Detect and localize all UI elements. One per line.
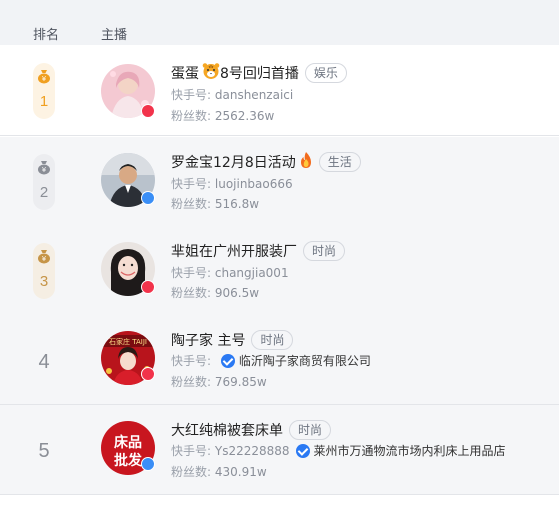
tiger-emoji-icon: [202, 62, 220, 84]
anchor-name[interactable]: 芈姐在广州开服装厂: [171, 241, 297, 261]
fans-count: 2562.36w: [214, 108, 275, 123]
rank-badge: ¥ 1: [33, 63, 55, 119]
rank-number: 3: [39, 273, 49, 290]
female-gender-icon: [141, 280, 155, 294]
kuaishou-id: danshenzaici: [214, 87, 294, 102]
male-gender-icon: [141, 457, 155, 471]
female-gender-icon: [141, 367, 155, 381]
kuaishou-id-line: 快手号: 临沂陶子家商贸有限公司: [171, 352, 371, 369]
fire-emoji-icon: [299, 151, 313, 173]
avatar-text-top: 床品: [114, 434, 142, 451]
rank-badge: ¥ 2: [33, 154, 55, 210]
anchor-name[interactable]: 罗金宝12月8日活动: [171, 152, 296, 172]
money-bag-icon: ¥: [38, 161, 50, 175]
fans-line: 粉丝数: 430.91w: [171, 464, 267, 480]
company-name[interactable]: 临沂陶子家商贸有限公司: [239, 352, 371, 369]
female-gender-icon: [141, 104, 155, 118]
fans-count: 769.85w: [214, 374, 267, 389]
category-tag: 时尚: [303, 241, 346, 261]
table-row[interactable]: ¥ 1 蛋蛋 8号回归首播 娱乐 快手号: danshenzaici 粉丝数: …: [0, 46, 559, 136]
table-row[interactable]: 4 石家庄 TAIJI 陶子家 主号 时尚 快手号: 临沂陶子家商贸有限公司 粉…: [0, 315, 559, 405]
rank-badge: ¥ 3: [33, 243, 55, 299]
verified-icon: [220, 353, 235, 368]
rank-number: 1: [39, 93, 49, 110]
verified-icon: [295, 443, 310, 458]
table-row[interactable]: ¥ 3 芈姐在广州开服装厂 时尚 快手号: changjia001 粉丝数: 9…: [0, 226, 559, 316]
avatar-text: 石家庄 TAIJI: [109, 337, 147, 346]
category-tag: 生活: [318, 152, 361, 172]
table-header: 排名 主播: [0, 0, 559, 45]
svg-text:¥: ¥: [42, 255, 47, 263]
fans-count: 516.8w: [214, 196, 260, 211]
company-name[interactable]: 莱州市万通物流市场内利床上用品店: [314, 442, 506, 459]
anchor-name[interactable]: 陶子家 主号: [171, 330, 245, 350]
svg-text:¥: ¥: [42, 75, 47, 83]
rank-column-header: 排名: [33, 28, 60, 43]
rank-number: 2: [39, 184, 49, 201]
anchor-column-header: 主播: [101, 28, 128, 43]
fans-line: 粉丝数: 2562.36w: [171, 108, 275, 124]
rank-number: 4: [38, 351, 50, 373]
fans-count: 906.5w: [214, 285, 260, 300]
kuaishou-id-line: 快手号: danshenzaici: [171, 87, 294, 103]
avatar-text-bottom: 批发: [114, 452, 143, 469]
kuaishou-id-line: 快手号: luojinbao666: [171, 176, 293, 192]
anchor-name[interactable]: 蛋蛋: [171, 63, 199, 83]
male-gender-icon: [141, 191, 155, 205]
anchor-name-suffix[interactable]: 8号回归首播: [220, 63, 299, 83]
svg-text:¥: ¥: [42, 166, 47, 174]
kuaishou-id: luojinbao666: [214, 176, 293, 191]
rank-number: 5: [38, 440, 50, 462]
kuaishou-id: Ys22228888: [214, 443, 290, 458]
anchor-name[interactable]: 大红纯棉被套床单: [171, 420, 283, 440]
fans-line: 粉丝数: 769.85w: [171, 374, 267, 390]
category-tag: 娱乐: [304, 63, 347, 83]
kuaishou-id: changjia001: [214, 265, 289, 280]
category-tag: 时尚: [289, 420, 332, 440]
table-row[interactable]: 5 床品 批发 大红纯棉被套床单 时尚 快手号: Ys22228888 莱州市万…: [0, 405, 559, 495]
money-bag-icon: ¥: [38, 250, 50, 264]
fans-line: 粉丝数: 516.8w: [171, 196, 260, 212]
category-tag: 时尚: [251, 330, 294, 350]
table-row[interactable]: ¥ 2 罗金宝12月8日活动 生活 快手号: luojinbao666 粉丝数:…: [0, 137, 559, 227]
kuaishou-id-line: 快手号: Ys22228888 莱州市万通物流市场内利床上用品店: [171, 442, 506, 459]
kuaishou-id-line: 快手号: changjia001: [171, 265, 289, 281]
fans-line: 粉丝数: 906.5w: [171, 285, 260, 301]
money-bag-icon: ¥: [38, 70, 50, 84]
fans-count: 430.91w: [214, 464, 267, 479]
